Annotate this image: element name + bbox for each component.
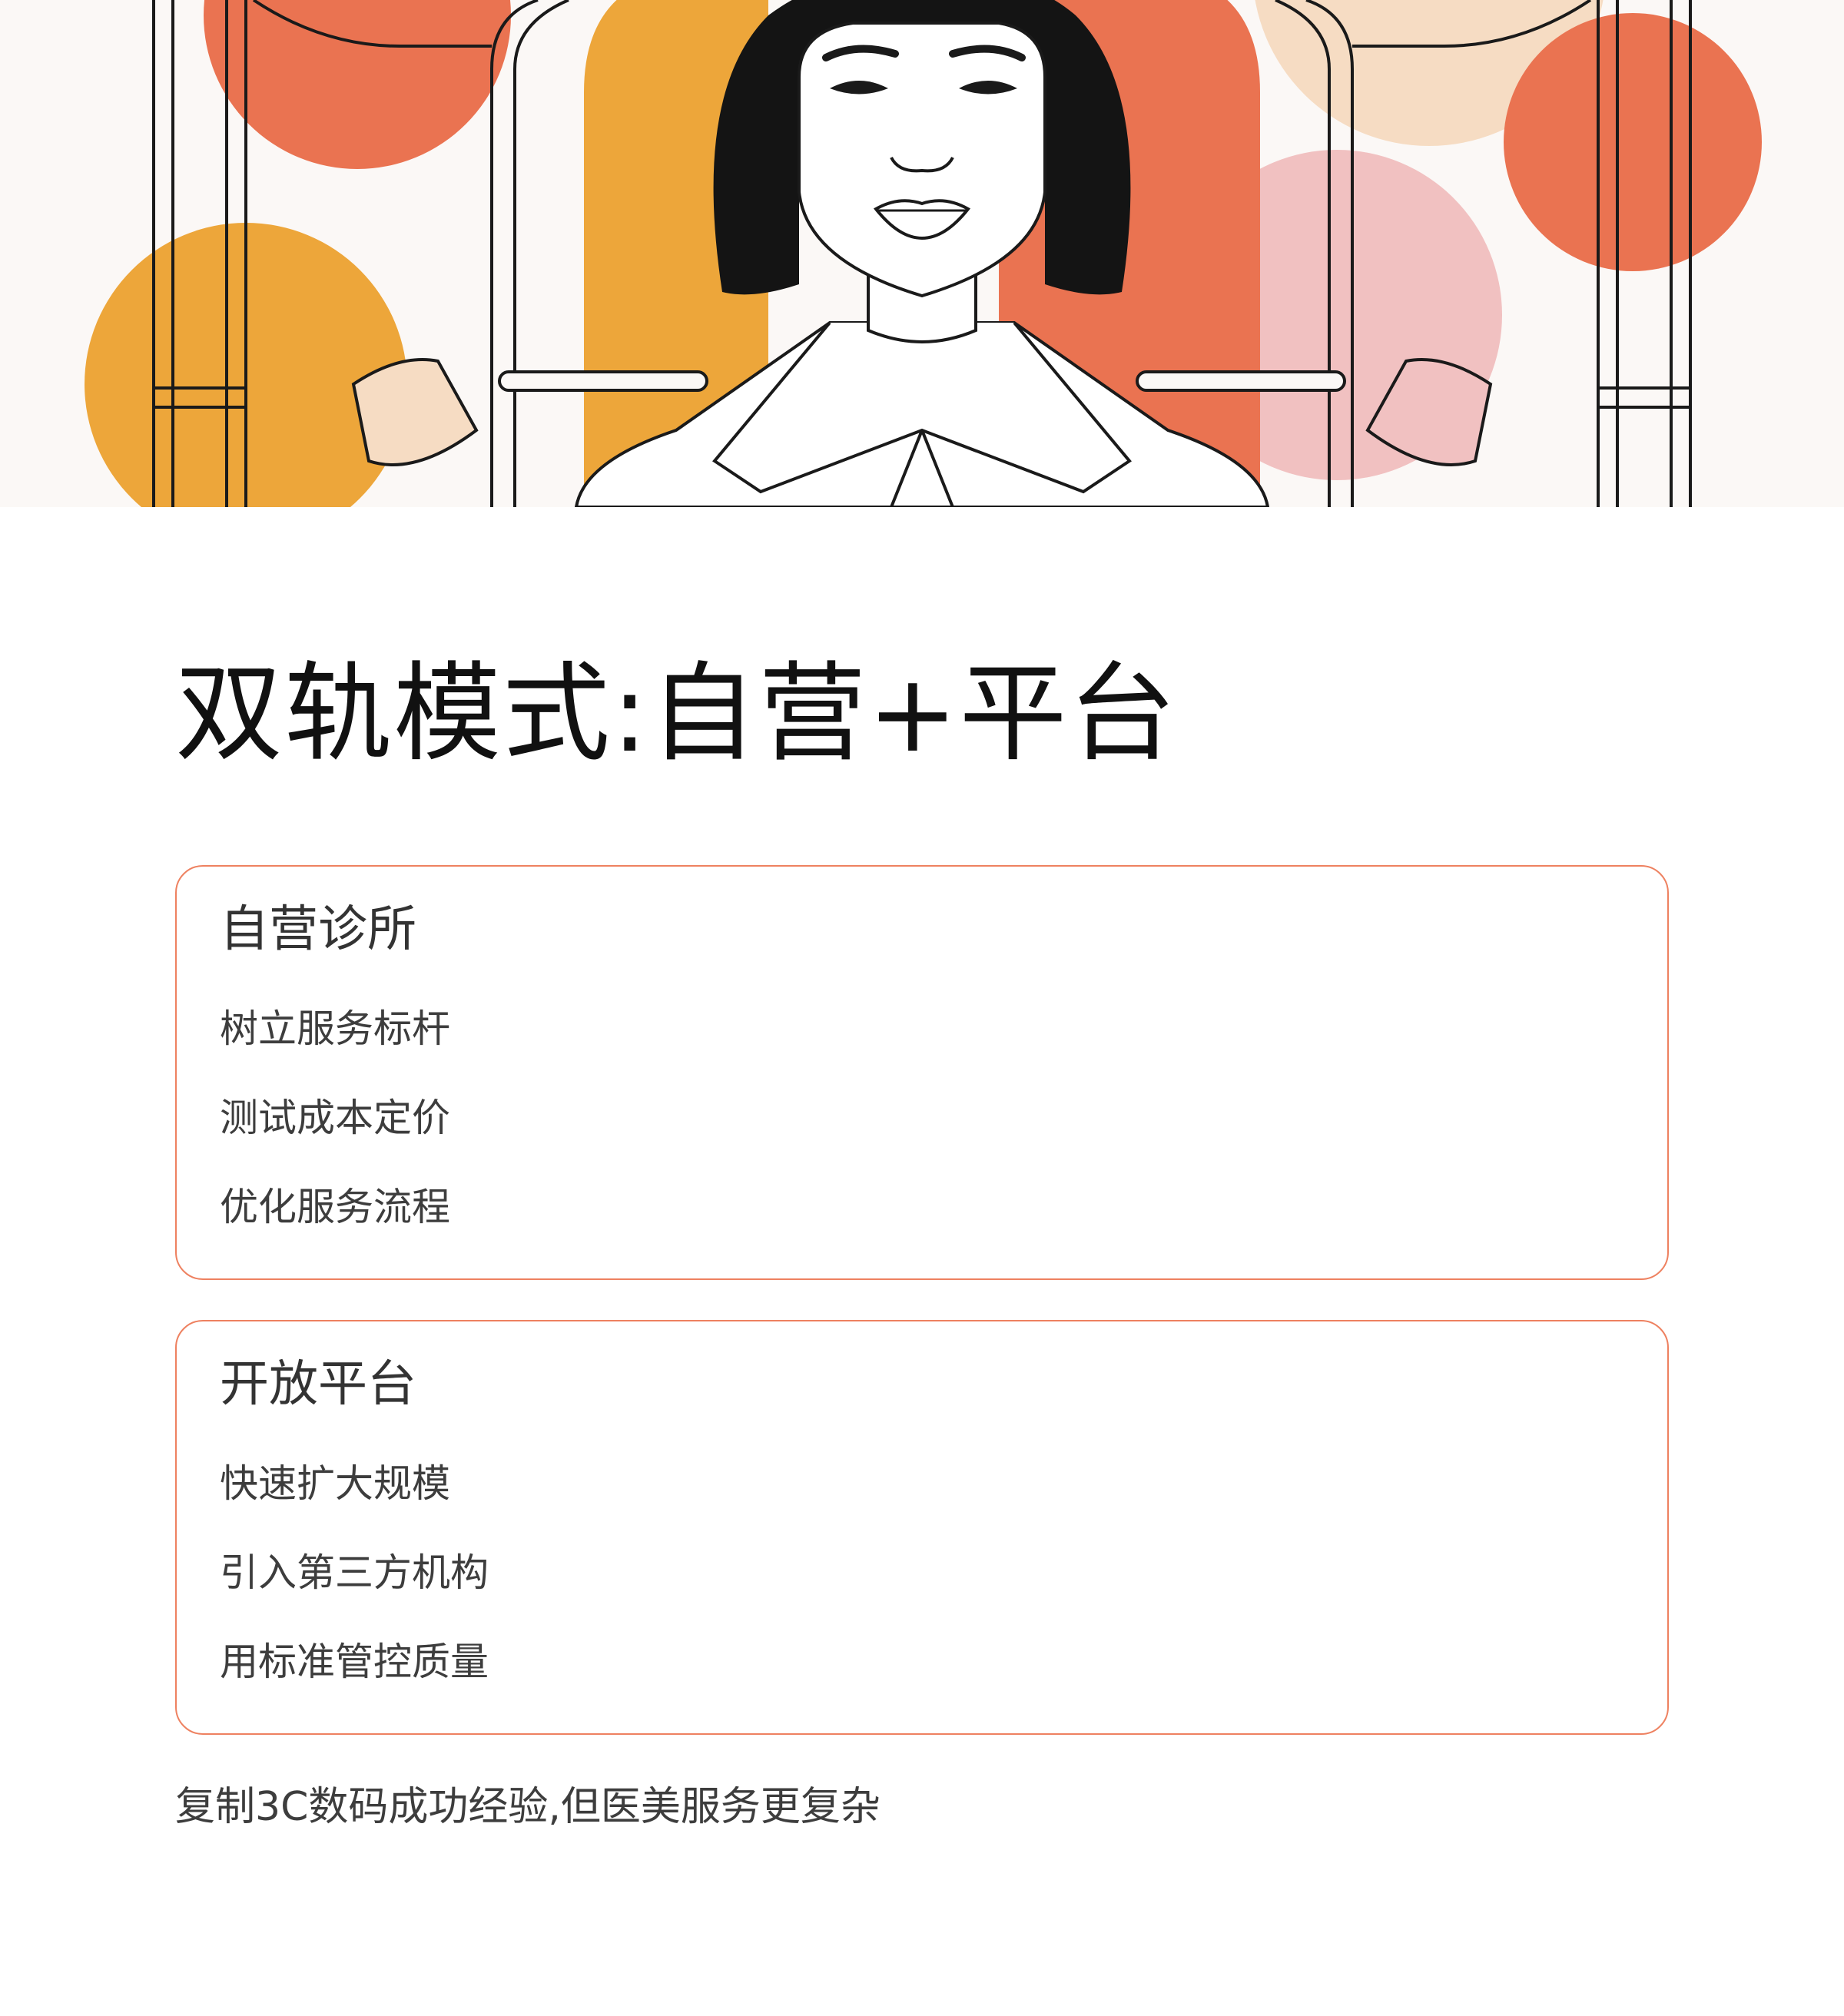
list-item: 优化服务流程 bbox=[220, 1185, 450, 1229]
card-title: 开放平台 bbox=[220, 1356, 416, 1413]
main-content: 双轨模式:自营+平台 自营诊所 树立服务标杆 测试成本定价 优化服务流程 开放平… bbox=[175, 652, 1670, 1827]
woman-scales-illustration bbox=[85, 0, 1762, 507]
list-item: 快速扩大规模 bbox=[220, 1461, 450, 1506]
list-item: 测试成本定价 bbox=[220, 1096, 450, 1140]
list-item: 引入第三方机构 bbox=[220, 1550, 489, 1595]
card-title: 自营诊所 bbox=[220, 901, 416, 958]
page-title: 双轨模式:自营+平台 bbox=[175, 652, 1178, 777]
card-self-operated-clinic: 自营诊所 树立服务标杆 测试成本定价 优化服务流程 bbox=[175, 865, 1669, 1280]
hero-illustration bbox=[0, 0, 1844, 507]
list-item: 用标准管控质量 bbox=[220, 1640, 489, 1684]
footnote: 复制3C数码成功经验,但医美服务更复杂 bbox=[175, 1784, 881, 1830]
card-open-platform: 开放平台 快速扩大规模 引入第三方机构 用标准管控质量 bbox=[175, 1320, 1669, 1735]
list-item: 树立服务标杆 bbox=[220, 1006, 450, 1051]
